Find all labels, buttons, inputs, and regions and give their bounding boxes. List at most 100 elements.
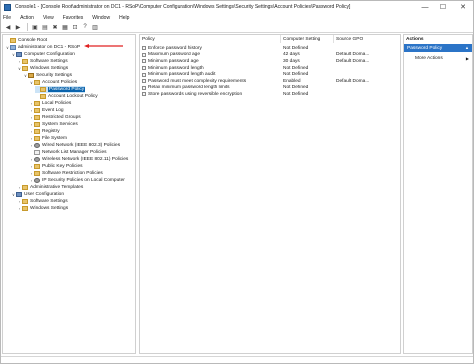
more-actions-item[interactable]: More Actions ▶ — [404, 54, 472, 62]
menu-help[interactable]: Help — [119, 15, 129, 21]
table-row[interactable]: Maximum password age 42 days Default Doma.… — [140, 52, 400, 59]
tree-node-label: Event Log — [42, 108, 64, 113]
doc-icon — [34, 150, 40, 155]
policy-name: Enforce password history — [148, 45, 202, 51]
tree-node[interactable]: › Administrative Templates — [17, 184, 83, 191]
minimize-button[interactable]: — — [417, 1, 433, 13]
tree-node[interactable]: Network List Manager Policies — [29, 149, 107, 156]
tree-node-label: Administrative Templates — [30, 185, 84, 190]
actions-section-password-policy[interactable]: Password Policy ▲ — [404, 44, 472, 52]
folder-icon — [22, 59, 28, 64]
policy-cell: Store passwords using reversible encrypt… — [142, 91, 281, 98]
tree-node-label: administrator on DC1 - RSoP — [18, 45, 81, 50]
policy-cell: Minimum password length — [142, 65, 281, 72]
tree-node[interactable]: › Wired Network (IEEE 802.3) Policies — [29, 142, 120, 149]
tree-node[interactable]: ∨ Account Policies — [29, 79, 77, 86]
help-icon[interactable]: ? — [81, 23, 89, 31]
source-gpo-cell — [336, 85, 400, 92]
policy-name: Minimum password length audit — [148, 72, 216, 78]
tree-node[interactable]: › Windows Settings — [17, 205, 68, 212]
tree-node-label: Public Key Policies — [42, 164, 83, 169]
table-row[interactable]: Minimum password age 30 days Default Doma.… — [140, 58, 400, 65]
menu-favorites[interactable]: Favorites — [63, 15, 84, 21]
back-icon[interactable]: ◀ — [4, 23, 12, 31]
table-row[interactable]: Enforce password history Not Defined — [140, 45, 400, 52]
tree-node[interactable]: ∨ Security Settings — [23, 72, 72, 79]
maximize-button[interactable]: ☐ — [435, 1, 451, 13]
tree-node[interactable]: › File System — [29, 135, 67, 142]
computer-setting-cell: 42 days — [283, 52, 300, 58]
tree-node-label: Account Policies — [42, 80, 78, 85]
folder-icon — [34, 122, 40, 127]
properties-icon[interactable]: ▦ — [61, 23, 69, 31]
tree-node-label: Local Policies — [42, 101, 72, 106]
tree-node-label: Windows Settings — [30, 66, 69, 71]
tree-node[interactable]: › Registry — [29, 128, 60, 135]
tree-node[interactable]: ∨ User Configuration — [11, 191, 64, 198]
source-gpo-cell — [336, 91, 400, 98]
column-header-policy[interactable]: Policy — [140, 35, 281, 43]
tree-node[interactable]: Password Policy — [35, 86, 86, 93]
policy-name: Relax minimum password length limits — [148, 85, 230, 91]
show-hide-action-pane-icon[interactable]: ▥ — [91, 23, 99, 31]
tree-node[interactable]: › Public Key Policies — [29, 163, 83, 170]
source-gpo-cell — [336, 45, 400, 52]
table-row[interactable]: Password must meet complexity requiremen… — [140, 78, 400, 85]
close-button[interactable]: ✕ — [455, 1, 471, 13]
policy-cell: Enforce password history — [142, 45, 281, 52]
delete-icon[interactable]: ✖ — [51, 23, 59, 31]
export-list-icon[interactable]: ⊡ — [71, 23, 79, 31]
tree-node[interactable]: › Local Policies — [29, 100, 71, 107]
gear-icon — [34, 157, 40, 162]
menu-window[interactable]: Window — [92, 15, 110, 21]
tree-node[interactable]: › Software Settings — [17, 198, 68, 205]
tree-node-label: Registry — [42, 129, 60, 134]
tree-node[interactable]: › Software Restriction Policies — [29, 170, 103, 177]
tree-node[interactable]: › IP Security Policies on Local Computer — [29, 177, 125, 184]
table-row[interactable]: Store passwords using reversible encrypt… — [140, 91, 400, 98]
tree-node[interactable]: › Wireless Network (IEEE 802.11) Policies — [29, 156, 128, 163]
table-row[interactable]: Minimum password length audit Not Defined — [140, 71, 400, 78]
menu-file[interactable]: File — [3, 15, 11, 21]
actions-section-label: Password Policy — [407, 45, 443, 51]
table-row[interactable]: Relax minimum password length limits Not … — [140, 85, 400, 92]
tree-node[interactable]: ∨ Windows Settings — [17, 65, 68, 72]
table-row[interactable]: Minimum password length Not Defined — [140, 65, 400, 72]
tree-node[interactable]: ∨ Computer Configuration — [11, 51, 75, 58]
show-hide-tree-icon[interactable]: ▤ — [41, 23, 49, 31]
gear-icon — [34, 178, 40, 183]
tree-node-label: Account Lockout Policy — [48, 94, 98, 99]
more-actions-label: More Actions — [415, 55, 443, 61]
menu-bar: File Action View Favorites Window Help — [1, 13, 473, 22]
source-gpo-cell — [336, 65, 400, 72]
tree-node[interactable]: › Event Log — [29, 107, 64, 114]
column-header-source-gpo[interactable]: Source GPO — [334, 35, 400, 43]
up-one-level-icon[interactable]: ▣ — [31, 23, 39, 31]
policy-setting-icon — [142, 66, 146, 71]
tree-node-label: Network List Manager Policies — [42, 150, 107, 155]
policy-cell: Minimum password length audit — [142, 71, 281, 78]
tree-node[interactable]: ∨ administrator on DC1 - RSoP — [5, 44, 80, 51]
policy-cell: Password must meet complexity requiremen… — [142, 78, 281, 85]
tree-node[interactable]: Console Root — [5, 37, 47, 44]
mmc-window: Console1 - [Console Root\administrator o… — [0, 0, 474, 364]
folder-icon — [22, 185, 28, 190]
computer-setting-cell: Enabled — [283, 78, 301, 84]
tree-node[interactable]: › System Services — [29, 121, 78, 128]
actions-pane: Actions Password Policy ▲ More Actions ▶ — [403, 34, 473, 354]
tree-node[interactable]: › Software Settings — [17, 58, 68, 65]
folder-icon — [34, 80, 40, 85]
tree-node[interactable]: › Restricted Groups — [29, 114, 81, 121]
actions-header: Actions — [406, 36, 424, 42]
column-header-computer-setting[interactable]: Computer Setting — [281, 35, 334, 43]
sec-icon — [28, 73, 34, 78]
tree-node-label: Password Policy — [48, 87, 86, 92]
tree-node[interactable]: Account Lockout Policy — [35, 93, 98, 100]
folder-icon — [34, 115, 40, 120]
tree-node-label: System Services — [42, 122, 78, 127]
forward-icon[interactable]: ▶ — [14, 23, 22, 31]
menu-action[interactable]: Action — [20, 15, 34, 21]
menu-view[interactable]: View — [43, 15, 54, 21]
policy-setting-icon — [142, 72, 146, 77]
folder-icon — [34, 101, 40, 106]
